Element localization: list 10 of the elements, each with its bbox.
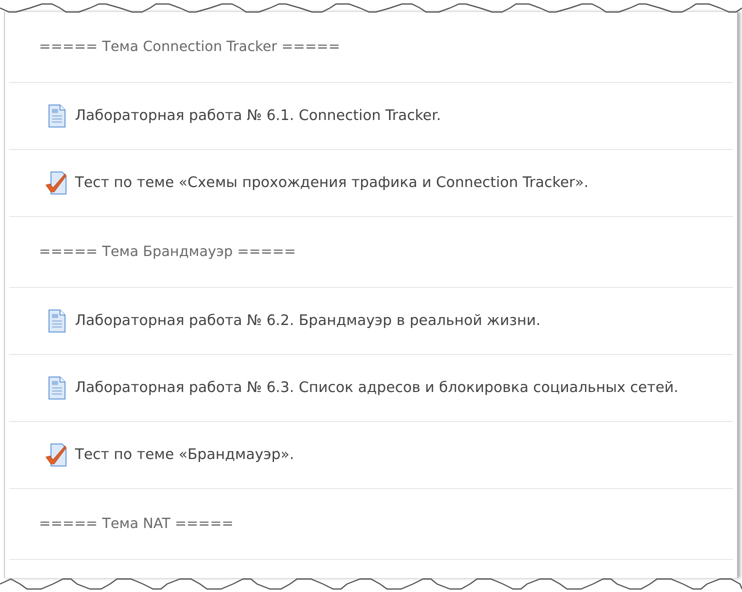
activity-link[interactable]: Лабораторная работа № 6.3. Список адресов и блокировка социальных сетей.: [75, 380, 678, 396]
activity-link[interactable]: Тест по теме «Брандмауэр».: [75, 447, 294, 463]
checkmark-document-icon: [45, 443, 69, 467]
section-label: ===== Тема NAT =====: [38, 516, 234, 532]
activity-link[interactable]: Лабораторная работа № 6.2. Брандмауэр в реальной жизни.: [75, 313, 541, 329]
section-label: ===== Тема Connection Tracker =====: [38, 39, 340, 55]
checkmark-document-icon: [45, 171, 69, 195]
activity-link[interactable]: Тест по теме «Схемы прохождения трафика и Connection Tracker».: [75, 175, 588, 191]
activity-link[interactable]: Лабораторная работа № 6.1. Connection Tracker.: [75, 108, 441, 124]
section-label: ===== Тема Брандмауэр =====: [38, 244, 296, 260]
